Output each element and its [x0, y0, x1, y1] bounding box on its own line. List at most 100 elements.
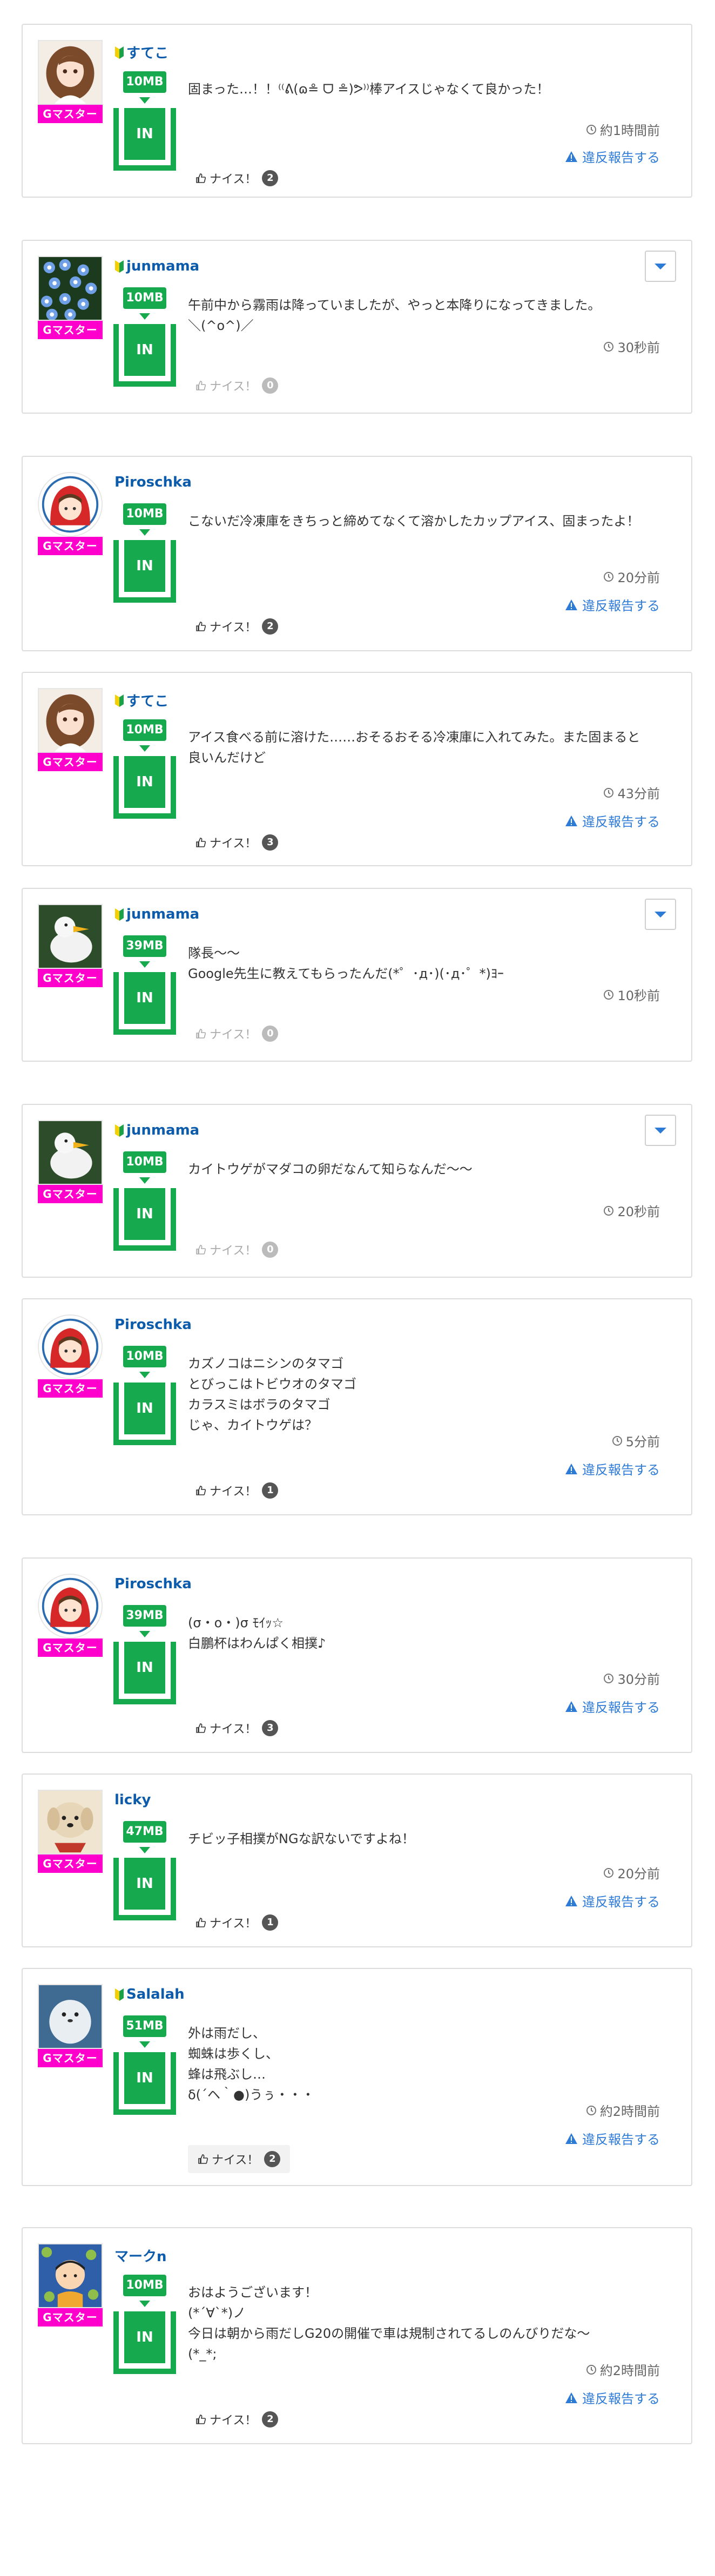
like-button[interactable]: ナイス！ 0: [195, 1025, 279, 1042]
red-hood-girl-avatar[interactable]: [38, 1314, 103, 1379]
like-button[interactable]: ナイス！ 2: [195, 618, 279, 635]
like-label[interactable]: ナイス！: [210, 1241, 257, 1258]
username-link[interactable]: junmama: [114, 258, 199, 274]
report-label[interactable]: 違反報告する: [582, 595, 660, 614]
post-timestamp: 約2時間前: [586, 2360, 660, 2379]
username-link[interactable]: Salalah: [114, 1986, 185, 2002]
user-avatar-block[interactable]: Gマスター: [38, 1120, 103, 1203]
post-menu-dropdown[interactable]: [645, 251, 676, 282]
username-text[interactable]: Salalah: [126, 1986, 185, 2002]
like-button[interactable]: ナイス！ 3: [195, 1719, 279, 1737]
like-label[interactable]: ナイス！: [210, 377, 257, 394]
down-arrow-icon: [139, 745, 150, 752]
user-avatar-block[interactable]: Gマスター: [38, 1984, 103, 2067]
like-label[interactable]: ナイス！: [210, 2411, 257, 2428]
like-label[interactable]: ナイス！: [210, 1025, 257, 1042]
report-label[interactable]: 違反報告する: [582, 1697, 660, 1716]
username-link[interactable]: マークn: [114, 2245, 167, 2265]
like-label[interactable]: ナイス！: [210, 1914, 257, 1931]
like-label[interactable]: ナイス！: [210, 618, 257, 635]
like-button[interactable]: ナイス！ 1: [195, 1914, 279, 1931]
boy-cartoon-avatar[interactable]: [38, 2243, 103, 2308]
report-link[interactable]: 違反報告する: [565, 595, 660, 614]
like-button[interactable]: ナイス！ 2: [195, 2411, 279, 2428]
data-size-badge: 39MB: [123, 1605, 166, 1627]
user-avatar-block[interactable]: Gマスター: [38, 904, 103, 987]
like-label[interactable]: ナイス！: [210, 1482, 257, 1499]
in-label: IN: [124, 756, 165, 808]
in-label: IN: [124, 1188, 165, 1240]
like-label[interactable]: ナイス！: [210, 834, 257, 851]
clock-icon: [586, 2364, 596, 2375]
username-link[interactable]: Piroschka: [114, 474, 192, 490]
username-text[interactable]: Piroschka: [114, 1317, 192, 1333]
like-button[interactable]: ナイス！ 3: [195, 834, 279, 851]
duck-avatar[interactable]: [38, 1120, 103, 1185]
report-link[interactable]: 違反報告する: [565, 147, 660, 166]
post-message: おはようございます！ (*´∀`*)ノ 今日は朝から雨だしG20の開催で車は規制…: [188, 2285, 590, 2362]
username-text[interactable]: Piroschka: [114, 1576, 192, 1592]
report-label[interactable]: 違反報告する: [582, 1459, 660, 1478]
like-button[interactable]: ナイス！ 0: [195, 1241, 279, 1258]
username-text[interactable]: すてこ: [126, 690, 168, 710]
report-label[interactable]: 違反報告する: [582, 2388, 660, 2407]
username-link[interactable]: Piroschka: [114, 1317, 192, 1333]
username-text[interactable]: Piroschka: [114, 474, 192, 490]
timestamp-text: 約1時間前: [599, 123, 660, 138]
post-menu-dropdown[interactable]: [645, 1115, 676, 1146]
report-label[interactable]: 違反報告する: [582, 1891, 660, 1910]
red-hood-girl-avatar[interactable]: [38, 472, 103, 537]
puppy-avatar[interactable]: [38, 1790, 103, 1855]
user-avatar-block[interactable]: Gマスター: [38, 2243, 103, 2327]
report-label[interactable]: 違反報告する: [582, 147, 660, 166]
user-avatar-block[interactable]: Gマスター: [38, 688, 103, 771]
username-text[interactable]: junmama: [126, 258, 199, 274]
username-link[interactable]: Piroschka: [114, 1576, 192, 1592]
down-arrow-icon: [139, 1177, 150, 1184]
red-hood-girl-avatar[interactable]: [38, 1574, 103, 1638]
username-text[interactable]: junmama: [126, 906, 199, 922]
seal-avatar[interactable]: [38, 1984, 103, 2049]
anime-girl-avatar[interactable]: [38, 40, 103, 105]
user-avatar-block[interactable]: Gマスター: [38, 472, 103, 555]
like-button[interactable]: ナイス！ 2: [188, 2145, 291, 2173]
anime-girl-avatar[interactable]: [38, 688, 103, 753]
duck-avatar[interactable]: [38, 904, 103, 969]
user-avatar-block[interactable]: Gマスター: [38, 1574, 103, 1657]
report-link[interactable]: 違反報告する: [565, 2388, 660, 2407]
username-link[interactable]: junmama: [114, 1122, 199, 1138]
username-link[interactable]: licky: [114, 1792, 151, 1808]
user-avatar-block[interactable]: Gマスター: [38, 40, 103, 123]
report-link[interactable]: 違反報告する: [565, 811, 660, 830]
like-label[interactable]: ナイス！: [212, 2150, 259, 2168]
username-text[interactable]: licky: [114, 1792, 151, 1808]
username-link[interactable]: junmama: [114, 906, 199, 922]
report-link[interactable]: 違反報告する: [565, 2129, 660, 2148]
user-avatar-block[interactable]: Gマスター: [38, 1314, 103, 1398]
user-avatar-block[interactable]: Gマスター: [38, 1790, 103, 1873]
like-button[interactable]: ナイス！ 0: [195, 377, 279, 394]
username-text[interactable]: マークn: [114, 2245, 167, 2265]
username-text[interactable]: junmama: [126, 1122, 199, 1138]
username-text[interactable]: すてこ: [126, 42, 168, 62]
report-link[interactable]: 違反報告する: [565, 1459, 660, 1478]
user-avatar-block[interactable]: Gマスター: [38, 256, 103, 339]
post-menu-dropdown[interactable]: [645, 899, 676, 930]
blue-flowers-avatar[interactable]: [38, 256, 103, 321]
like-label[interactable]: ナイス！: [210, 170, 257, 187]
timestamp-text: 20秒前: [617, 1204, 660, 1219]
username-link[interactable]: すてこ: [114, 42, 168, 62]
report-link[interactable]: 違反報告する: [565, 1697, 660, 1716]
username-link[interactable]: すてこ: [114, 690, 168, 710]
data-size-badge: 10MB: [123, 719, 166, 741]
like-button[interactable]: ナイス！ 1: [195, 1482, 279, 1499]
clock-icon: [604, 1205, 614, 1216]
like-button[interactable]: ナイス！ 2: [195, 170, 279, 187]
clock-icon: [612, 1435, 622, 1446]
report-label[interactable]: 違反報告する: [582, 2129, 660, 2148]
report-link[interactable]: 違反報告する: [565, 1891, 660, 1910]
like-label[interactable]: ナイス！: [210, 1719, 257, 1737]
report-label[interactable]: 違反報告する: [582, 811, 660, 830]
timestamp-text: 30分前: [617, 1672, 660, 1687]
thumbs-up-icon: [196, 1918, 206, 1927]
